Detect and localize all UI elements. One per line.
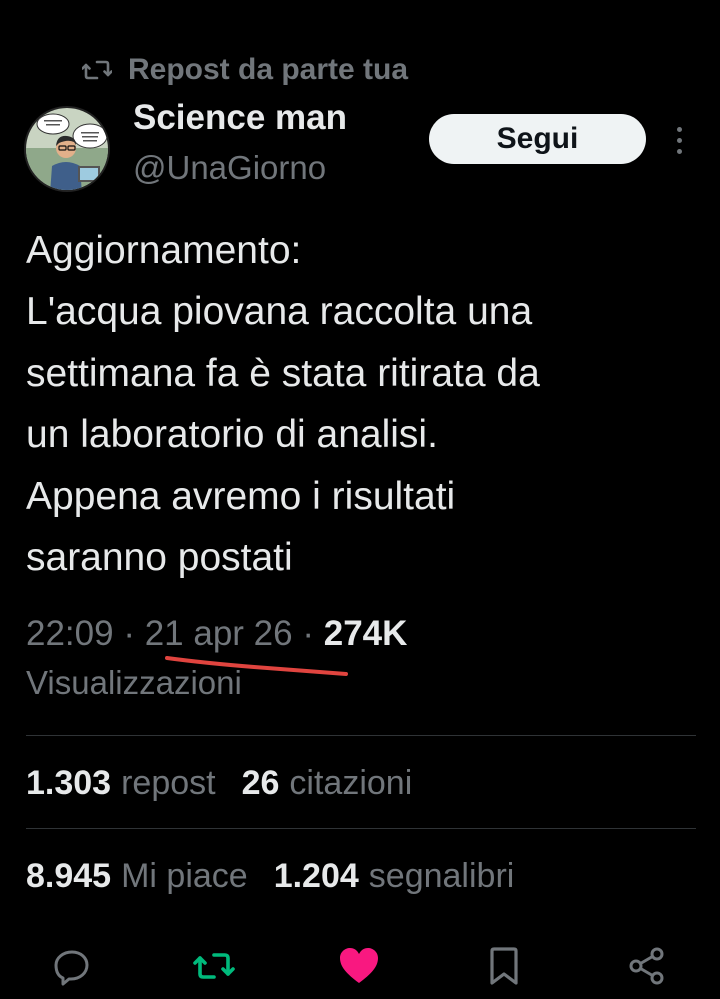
bookmark-icon [490, 947, 518, 985]
repost-icon [193, 953, 235, 979]
author-handle[interactable]: @UnaGiorno [133, 149, 326, 187]
author-name[interactable]: Science man [133, 98, 347, 138]
tweet-line: Appena avremo i risultati [26, 474, 456, 518]
action-bar [0, 936, 720, 996]
avatar[interactable] [24, 106, 110, 192]
likes-count: 8.945 [26, 857, 112, 895]
reposts-count: 1.303 [26, 764, 112, 802]
more-dot [676, 126, 682, 132]
stats-row-reposts: 1.303 repost 26 citazioni [26, 764, 412, 803]
like-button[interactable] [337, 944, 381, 988]
quotes-count: 26 [241, 764, 280, 802]
bookmarks-stat[interactable]: 1.204 segnalibri [274, 857, 515, 896]
tweet-text: Aggiornamento: L'acqua piovana raccolta … [26, 220, 706, 588]
tweet-line: saranno postati [26, 536, 293, 580]
likes-stat[interactable]: 8.945 Mi piace [26, 857, 248, 896]
quotes-stat[interactable]: 26 citazioni [242, 764, 413, 803]
tweet-line: un laboratorio di analisi. [26, 413, 438, 457]
views-label: Visualizzazioni [26, 664, 242, 701]
avatar-illustration [26, 108, 108, 190]
bookmarks-count: 1.204 [273, 857, 359, 895]
meta-separator: · [123, 614, 135, 653]
more-dot [676, 137, 682, 143]
more-dot [676, 148, 682, 154]
more-options-icon[interactable] [668, 118, 690, 162]
divider [26, 828, 696, 829]
follow-button[interactable]: Segui [429, 114, 646, 164]
tweet-line: settimana fa è stata ritirata da [26, 351, 540, 395]
share-icon [629, 947, 664, 985]
likes-label: Mi piace [121, 857, 248, 895]
tweet-date[interactable]: 21 apr 26 [145, 614, 293, 653]
reposts-label: repost [121, 764, 216, 802]
quotes-label: citazioni [289, 764, 413, 802]
repost-button[interactable] [192, 944, 236, 988]
bookmark-button[interactable] [482, 944, 526, 988]
heart-icon [340, 948, 378, 983]
stats-row-likes: 8.945 Mi piace 1.204 segnalibri [26, 857, 514, 896]
repost-label: Repost da parte tua [128, 53, 409, 86]
divider [26, 735, 696, 736]
repost-icon [82, 60, 112, 80]
reply-button[interactable] [50, 944, 94, 988]
share-button[interactable] [625, 944, 669, 988]
tweet-line: Aggiornamento: [26, 229, 302, 272]
tweet-line: L'acqua piovana raccolta una [26, 290, 533, 334]
repost-indicator: Repost da parte tua [82, 50, 408, 90]
reposts-stat[interactable]: 1.303 repost [26, 764, 216, 803]
views-count: 274K [323, 614, 408, 653]
reply-icon [54, 950, 89, 986]
meta-separator: · [302, 614, 315, 653]
bookmarks-label: segnalibri [368, 857, 515, 895]
tweet-time[interactable]: 22:09 [26, 614, 114, 653]
